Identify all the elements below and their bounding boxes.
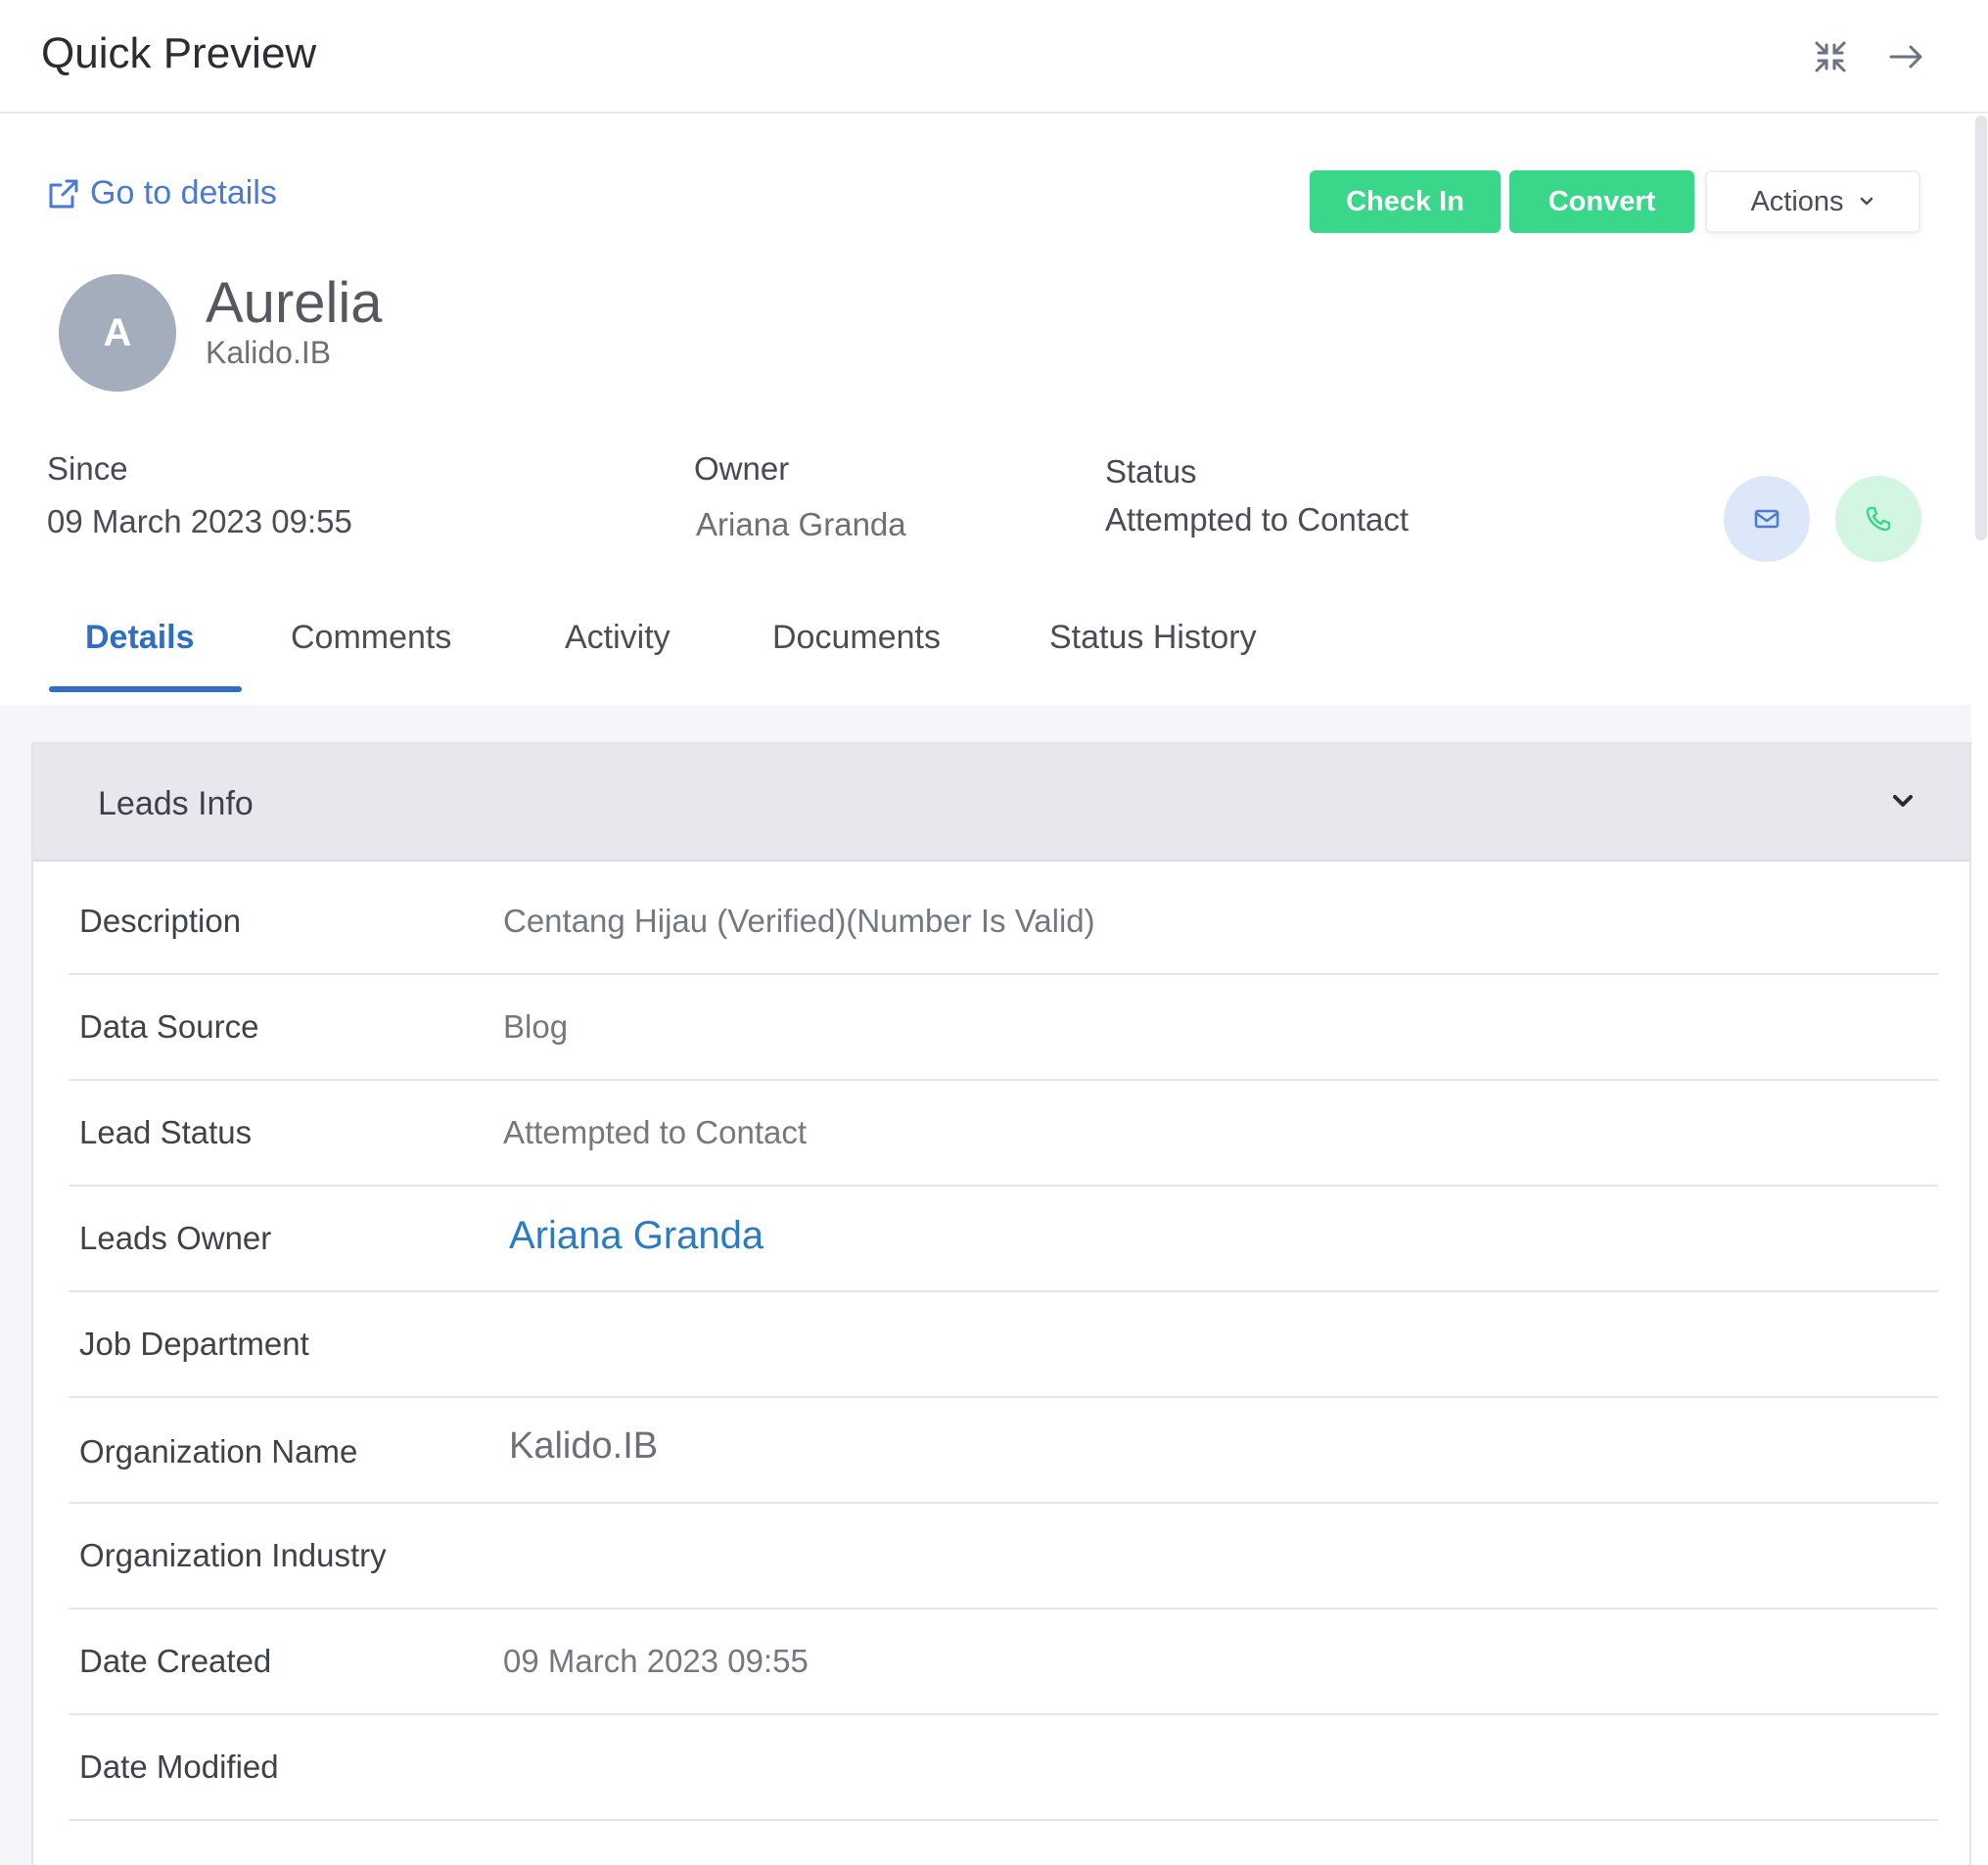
field-row-date-modified: Date Modified (69, 1715, 1938, 1821)
field-value: Kalido.IB (509, 1425, 659, 1467)
field-value: Blog (503, 1008, 569, 1045)
field-label: Organization Name (79, 1433, 358, 1469)
chevron-down-icon (1860, 197, 1872, 206)
tab-bar: Details Comments Activity Documents Stat… (0, 585, 1971, 703)
active-tab-indicator (49, 686, 242, 692)
field-value: Centang Hijau (Verified)(Number Is Valid… (503, 903, 1095, 939)
arrow-right-icon[interactable] (1885, 35, 1928, 78)
phone-icon (1866, 506, 1891, 532)
leads-info-header[interactable]: Leads Info (33, 744, 1969, 862)
since-value: 09 March 2023 09:55 (47, 503, 352, 539)
leads-owner-link[interactable]: Ariana Granda (509, 1214, 763, 1258)
field-label: Organization Industry (79, 1537, 387, 1573)
leads-info-card: Leads Info Description Centang Hijau (Ve… (31, 742, 1971, 1865)
tab-status-history[interactable]: Status History (1049, 585, 1257, 703)
field-row-job-department: Job Department (69, 1292, 1938, 1398)
field-label: Date Modified (79, 1748, 279, 1785)
field-label: Date Created (79, 1643, 272, 1679)
tab-details[interactable]: Details (85, 585, 195, 703)
actions-label: Actions (1750, 185, 1844, 217)
go-to-details-label: Go to details (90, 174, 277, 211)
tab-comments[interactable]: Comments (291, 585, 451, 703)
field-row-date-created: Date Created 09 March 2023 09:55 (69, 1609, 1938, 1715)
field-row-description: Description Centang Hijau (Verified)(Num… (69, 869, 1938, 975)
status-value: Attempted to Contact (1105, 501, 1410, 537)
actions-dropdown[interactable]: Actions (1705, 170, 1920, 233)
lead-name: Aurelia (206, 271, 383, 335)
lead-organization: Kalido.IB (206, 335, 332, 370)
field-value: Attempted to Contact (503, 1114, 808, 1150)
external-link-icon (49, 179, 78, 208)
field-value: 09 March 2023 09:55 (503, 1643, 809, 1679)
check-in-button[interactable]: Check In (1310, 170, 1501, 233)
page-title: Quick Preview (41, 29, 317, 77)
field-row-organization-industry: Organization Industry (69, 1504, 1938, 1609)
chevron-down-icon[interactable] (1887, 785, 1919, 816)
tab-activity[interactable]: Activity (565, 585, 670, 703)
field-label: Job Department (79, 1326, 309, 1362)
preview-panel: Go to details Check In Convert Actions A… (0, 116, 1971, 1865)
go-to-details-link[interactable]: Go to details (47, 174, 277, 212)
collapse-icon[interactable] (1809, 35, 1852, 78)
field-label: Lead Status (79, 1114, 253, 1150)
tab-documents[interactable]: Documents (772, 585, 941, 703)
field-row-data-source: Data Source Blog (69, 975, 1938, 1081)
since-label: Since (47, 450, 128, 487)
owner-label: Owner (694, 450, 790, 487)
avatar: A (59, 274, 176, 392)
scrollbar-thumb[interactable] (1975, 116, 1987, 540)
field-label: Data Source (79, 1008, 259, 1045)
call-button[interactable] (1835, 476, 1921, 562)
field-label: Description (79, 903, 242, 939)
leads-info-title: Leads Info (98, 785, 254, 822)
quick-preview-header: Quick Preview (0, 0, 1988, 114)
owner-value: Ariana Granda (696, 506, 906, 542)
field-row-organization-name: Organization Name Kalido.IB (69, 1398, 1938, 1504)
field-row-lead-status: Lead Status Attempted to Contact (69, 1081, 1938, 1187)
field-label: Leads Owner (79, 1220, 272, 1256)
mail-icon (1754, 509, 1780, 529)
email-button[interactable] (1724, 476, 1810, 562)
field-row-leads-owner: Leads Owner Ariana Granda (69, 1187, 1938, 1292)
status-label: Status (1105, 453, 1197, 490)
convert-button[interactable]: Convert (1509, 170, 1694, 233)
